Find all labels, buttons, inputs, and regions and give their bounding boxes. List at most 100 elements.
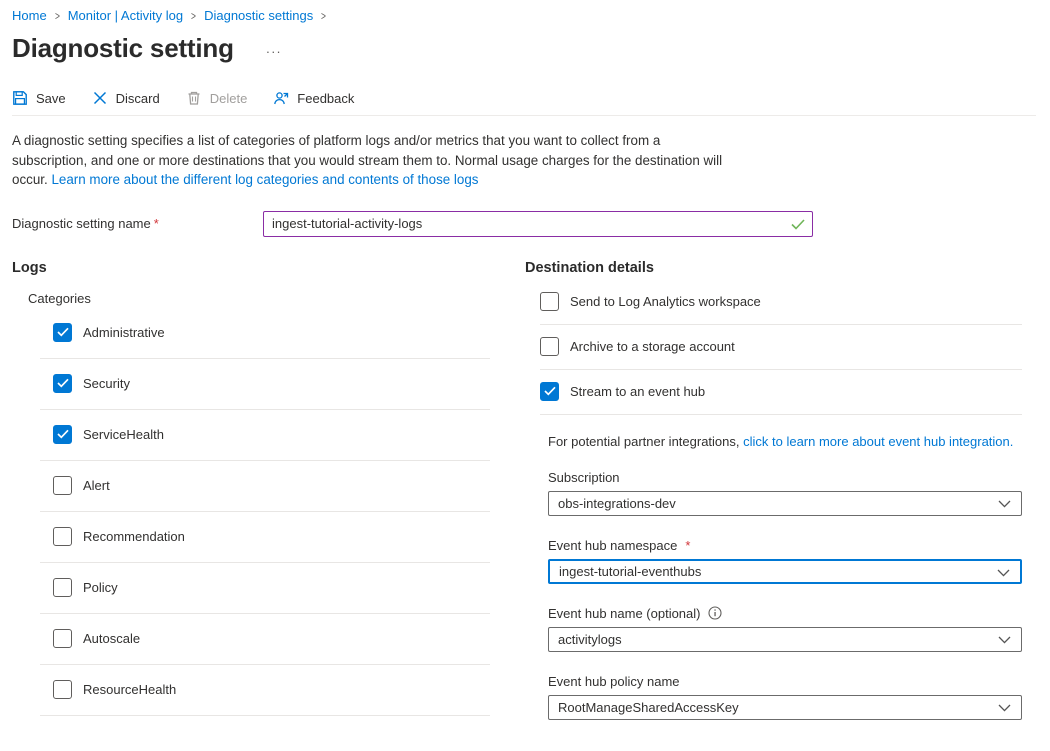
logs-heading: Logs [12,260,525,276]
required-asterisk: * [154,216,159,231]
chevron-down-icon [998,704,1011,712]
feedback-person-icon [273,90,289,106]
dropdown-subscription[interactable]: obs-integrations-dev [548,491,1022,516]
destination-fields: Subscription obs-integrations-dev Event hu… [548,470,1022,720]
dropdown-selected-value: activitylogs [558,632,622,647]
category-row-policy[interactable]: Policy [40,563,490,614]
destination-option-row-archive-to-a-storage-account[interactable]: Archive to a storage account [540,325,1022,370]
category-row-recommendation[interactable]: Recommendation [40,512,490,563]
category-label: Autoscale [83,631,140,646]
save-label: Save [36,91,66,106]
breadcrumb-monitor-activity-log[interactable]: Monitor | Activity log [68,8,183,23]
destination-option-row-send-to-log-analytics-workspace[interactable]: Send to Log Analytics workspace [540,280,1022,325]
category-label: Security [83,376,130,391]
breadcrumb-home[interactable]: Home [12,8,47,23]
checkbox-unchecked[interactable] [540,292,559,311]
field-label-text: Event hub namespace [548,538,677,553]
chevron-down-icon [998,636,1011,644]
checkbox-checked[interactable] [53,374,72,393]
dropdown-event-hub-policy-name[interactable]: RootManageSharedAccessKey [548,695,1022,720]
checkbox-checked[interactable] [53,323,72,342]
partner-solution-option: Send to partner solution [540,742,1025,751]
checkbox-checked[interactable] [53,425,72,444]
category-row-security[interactable]: Security [40,359,490,410]
checkbox-unchecked[interactable] [53,629,72,648]
dropdown-event-hub-namespace[interactable]: ingest-tutorial-eventhubs [548,559,1022,584]
chevron-down-icon [997,569,1010,577]
field-label: Event hub name (optional) [548,606,1022,621]
description: A diagnostic setting specifies a list of… [12,131,734,190]
toolbar: Save Discard Delete Feedback [12,90,1036,106]
name-input-wrap [263,211,813,237]
destination-option-row-stream-to-an-event-hub[interactable]: Stream to an event hub [540,370,1022,415]
toolbar-divider [12,115,1036,116]
discard-button[interactable]: Discard [92,90,160,106]
checkbox-unchecked[interactable] [53,476,72,495]
name-field-label: Diagnostic setting name* [12,216,263,231]
category-row-servicehealth[interactable]: ServiceHealth [40,410,490,461]
delete-button[interactable]: Delete [186,90,248,106]
checkbox-checked[interactable] [540,382,559,401]
field-event-hub-name-optional-: Event hub name (optional) activitylogs [548,606,1022,652]
option-label: Stream to an event hub [570,384,705,399]
checkbox-unchecked[interactable] [53,680,72,699]
breadcrumb-diagnostic-settings[interactable]: Diagnostic settings [204,8,313,23]
logs-section: Logs Categories Administrative Security Se… [12,260,525,751]
option-label: Send to Log Analytics workspace [570,294,761,309]
required-asterisk: * [685,538,690,553]
category-label: ResourceHealth [83,682,176,697]
partner-text: For potential partner integrations, [548,434,743,449]
breadcrumb: Home > Monitor | Activity log > Diagnost… [12,6,1036,23]
destination-section: Destination details Send to Log Analytic… [525,260,1025,751]
field-label: Subscription [548,470,1022,485]
trash-icon [186,90,202,106]
category-row-autoscale[interactable]: Autoscale [40,614,490,665]
category-label: Administrative [83,325,165,340]
discard-label: Discard [116,91,160,106]
partner-integration-text: For potential partner integrations, clic… [548,433,1024,451]
discard-x-icon [92,90,108,106]
field-label: Event hub namespace * [548,538,1022,553]
dropdown-selected-value: RootManageSharedAccessKey [558,700,739,715]
checkbox-unchecked[interactable] [53,527,72,546]
checkbox-unchecked[interactable] [53,578,72,597]
save-icon [12,90,28,106]
name-field-label-text: Diagnostic setting name [12,216,151,231]
category-row-resourcehealth[interactable]: ResourceHealth [40,665,490,716]
feedback-label: Feedback [297,91,354,106]
category-list: Administrative Security ServiceHealth Alert… [40,308,525,716]
field-label-text: Subscription [548,470,620,485]
field-event-hub-namespace: Event hub namespace * ingest-tutorial-even… [548,538,1022,584]
page-title: Diagnostic setting [12,33,234,64]
content-columns: Logs Categories Administrative Security Se… [12,260,1036,751]
send-to-partner-solution-row[interactable]: Send to partner solution [540,742,1022,751]
dropdown-selected-value: ingest-tutorial-eventhubs [559,564,701,579]
learn-more-link[interactable]: Learn more about the different log categ… [51,172,478,187]
checkbox-unchecked[interactable] [540,337,559,356]
diagnostic-setting-page: Home > Monitor | Activity log > Diagnost… [0,0,1050,751]
category-row-administrative[interactable]: Administrative [40,308,490,359]
category-label: Alert [83,478,110,493]
category-label: Recommendation [83,529,185,544]
dropdown-selected-value: obs-integrations-dev [558,496,676,511]
categories-subheading: Categories [28,291,525,306]
category-label: Policy [83,580,118,595]
chevron-down-icon [998,500,1011,508]
category-label: ServiceHealth [83,427,164,442]
field-subscription: Subscription obs-integrations-dev [548,470,1022,516]
info-icon[interactable] [708,606,722,620]
option-label: Archive to a storage account [570,339,735,354]
event-hub-integration-link[interactable]: click to learn more about event hub inte… [743,434,1013,449]
category-row-alert[interactable]: Alert [40,461,490,512]
name-field-row: Diagnostic setting name* [12,211,1036,237]
delete-label: Delete [210,91,248,106]
valid-check-icon [791,218,805,233]
breadcrumb-separator: > [321,9,326,23]
diagnostic-setting-name-input[interactable] [263,211,813,237]
feedback-button[interactable]: Feedback [273,90,354,106]
destination-heading: Destination details [525,260,1025,276]
context-menu-ellipsis-icon[interactable]: ··· [266,38,282,59]
field-event-hub-policy-name: Event hub policy nameRootManageSharedAcc… [548,674,1022,720]
save-button[interactable]: Save [12,90,66,106]
dropdown-event-hub-name-optional-[interactable]: activitylogs [548,627,1022,652]
